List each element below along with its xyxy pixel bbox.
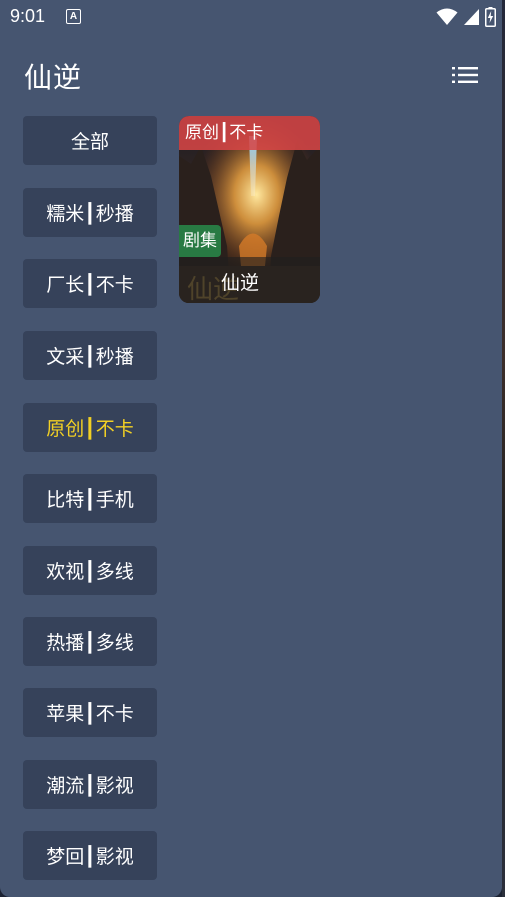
category-item[interactable]: 糯米┃秒播	[23, 188, 157, 237]
category-all[interactable]: 全部	[23, 116, 157, 165]
category-item[interactable]: 梦回┃影视	[23, 831, 157, 880]
category-item[interactable]: 厂长┃不卡	[23, 259, 157, 308]
category-item[interactable]: 比特┃手机	[23, 474, 157, 523]
category-item[interactable]: 文采┃秒播	[23, 331, 157, 380]
category-item[interactable]: 欢视┃多线	[23, 546, 157, 595]
type-tag: 剧集	[179, 225, 221, 257]
status-icons	[436, 6, 496, 28]
battery-charging-icon	[485, 7, 496, 27]
video-result-card[interactable]: 仙逆 原创┃不卡 剧集 仙逆	[179, 116, 320, 303]
source-tag: 原创┃不卡	[179, 116, 320, 150]
category-item[interactable]: 潮流┃影视	[23, 760, 157, 809]
menu-list-button[interactable]	[450, 63, 480, 87]
category-item[interactable]: 热播┃多线	[23, 617, 157, 666]
search-results-panel: 9:01 A 仙逆 全部 糯米┃秒播 厂长┃不卡 文采┃秒播 原创┃不卡 比特┃…	[0, 0, 502, 897]
status-bar: 9:01 A	[0, 0, 502, 34]
list-menu-icon	[452, 67, 478, 83]
category-item[interactable]: 苹果┃不卡	[23, 688, 157, 737]
card-title: 仙逆	[221, 272, 260, 294]
page-title: 仙逆	[24, 61, 83, 94]
notification-a-icon: A	[66, 9, 81, 24]
category-item-selected[interactable]: 原创┃不卡	[23, 403, 157, 452]
cellular-signal-icon	[464, 9, 479, 25]
status-time: 9:01	[10, 6, 46, 26]
wifi-icon	[436, 8, 458, 25]
